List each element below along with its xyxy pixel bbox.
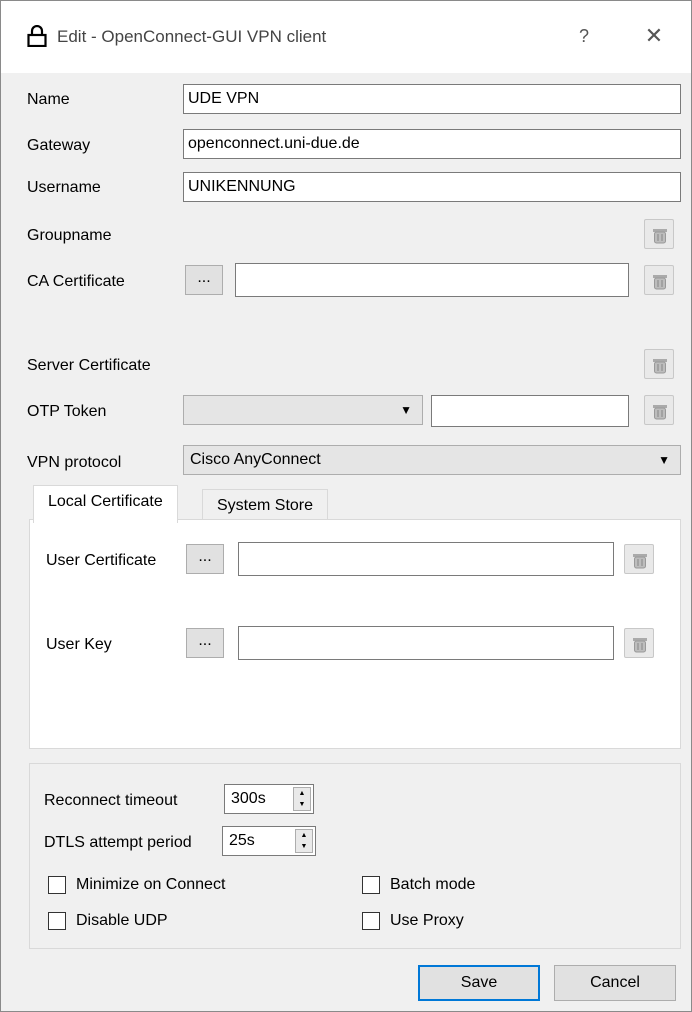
reconnect-timeout-value: 300s: [231, 790, 266, 807]
tab-system-store[interactable]: System Store: [202, 489, 329, 523]
user-key-browse-button[interactable]: ...: [186, 628, 224, 658]
chevron-down-icon: ▼: [400, 403, 412, 417]
ca-certificate-browse-button[interactable]: ...: [185, 265, 223, 295]
ca-certificate-label: CA Certificate: [27, 273, 125, 290]
chevron-down-icon: ▼: [658, 453, 670, 467]
edit-dialog: Edit - OpenConnect-GUI VPN client ? ✕ Na…: [0, 0, 692, 1012]
cancel-button[interactable]: Cancel: [554, 965, 676, 1001]
otp-token-label: OTP Token: [27, 403, 107, 420]
otp-token-input[interactable]: [431, 395, 629, 427]
trash-icon: [653, 275, 667, 290]
options-group: Reconnect timeout 300s ▲ ▼ DTLS attempt …: [29, 763, 681, 949]
minimize-on-connect-checkbox[interactable]: [48, 876, 66, 894]
groupname-label: Groupname: [27, 227, 112, 244]
user-certificate-input[interactable]: [238, 542, 614, 576]
window-title: Edit - OpenConnect-GUI VPN client: [57, 27, 327, 46]
spin-control[interactable]: ▲ ▼: [295, 829, 313, 853]
close-button[interactable]: ✕: [639, 21, 669, 51]
name-input[interactable]: UDE VPN: [183, 84, 681, 114]
save-button[interactable]: Save: [418, 965, 540, 1001]
lock-icon: [27, 25, 47, 47]
username-label: Username: [27, 179, 101, 196]
trash-icon: [653, 359, 667, 374]
user-key-input[interactable]: [238, 626, 614, 660]
batch-mode-label: Batch mode: [390, 876, 476, 893]
minimize-on-connect-label: Minimize on Connect: [76, 876, 226, 893]
trash-icon: [653, 229, 667, 244]
trash-icon: [653, 405, 667, 420]
trash-icon: [633, 554, 647, 569]
clear-ca-certificate-button[interactable]: [644, 265, 674, 295]
disable-udp-checkbox[interactable]: [48, 912, 66, 930]
help-button[interactable]: ?: [569, 21, 599, 51]
spin-down-icon[interactable]: ▼: [294, 799, 310, 810]
use-proxy-checkbox[interactable]: [362, 912, 380, 930]
user-certificate-label: User Certificate: [46, 552, 157, 569]
disable-udp-label: Disable UDP: [76, 912, 168, 929]
vpn-protocol-selected: Cisco AnyConnect: [190, 451, 321, 468]
use-proxy-label: Use Proxy: [390, 912, 464, 929]
clear-server-certificate-button[interactable]: [644, 349, 674, 379]
spin-down-icon[interactable]: ▼: [296, 841, 312, 852]
spin-control[interactable]: ▲ ▼: [293, 787, 311, 811]
user-key-label: User Key: [46, 636, 112, 653]
batch-mode-checkbox[interactable]: [362, 876, 380, 894]
trash-icon: [633, 638, 647, 653]
reconnect-timeout-spinbox[interactable]: 300s ▲ ▼: [224, 784, 314, 814]
vpn-protocol-select[interactable]: Cisco AnyConnect ▼: [183, 445, 681, 475]
gateway-label: Gateway: [27, 137, 91, 154]
user-certificate-browse-button[interactable]: ...: [186, 544, 224, 574]
vpn-protocol-label: VPN protocol: [27, 454, 122, 471]
dtls-attempt-period-spinbox[interactable]: 25s ▲ ▼: [222, 826, 316, 856]
server-certificate-label: Server Certificate: [27, 357, 151, 374]
name-label: Name: [27, 91, 70, 108]
ca-certificate-input[interactable]: [235, 263, 629, 297]
tab-local-certificate[interactable]: Local Certificate: [33, 485, 178, 523]
clear-groupname-button[interactable]: [644, 219, 674, 249]
spin-up-icon[interactable]: ▲: [296, 830, 312, 841]
username-input[interactable]: UNIKENNUNG: [183, 172, 681, 202]
clear-user-certificate-button[interactable]: [624, 544, 654, 574]
local-certificate-panel: User Certificate ... User Key ...: [29, 519, 681, 749]
gateway-input[interactable]: openconnect.uni-due.de: [183, 129, 681, 159]
clear-otp-token-button[interactable]: [644, 395, 674, 425]
spin-up-icon[interactable]: ▲: [294, 788, 310, 799]
reconnect-timeout-label: Reconnect timeout: [44, 792, 178, 809]
clear-user-key-button[interactable]: [624, 628, 654, 658]
otp-token-select[interactable]: ▼: [183, 395, 423, 425]
dtls-attempt-period-value: 25s: [229, 832, 255, 849]
title-bar: Edit - OpenConnect-GUI VPN client ? ✕: [1, 1, 691, 73]
dtls-attempt-period-label: DTLS attempt period: [44, 834, 192, 851]
